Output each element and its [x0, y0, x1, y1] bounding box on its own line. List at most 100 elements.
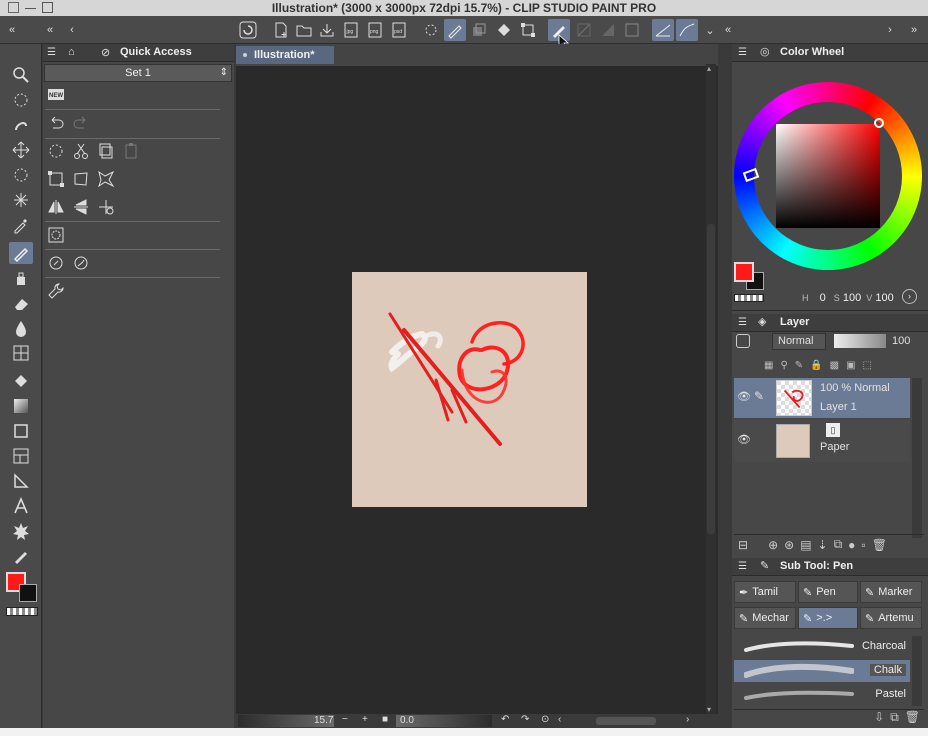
- clear-icon[interactable]: [420, 19, 442, 41]
- clip-layer-icon[interactable]: ✎: [795, 360, 803, 371]
- balloon-tool-icon[interactable]: [9, 520, 33, 542]
- lasso-subtract-icon[interactable]: [70, 252, 92, 274]
- draft-layer-icon[interactable]: ⚲: [780, 360, 787, 371]
- color-wheel-tab-icon[interactable]: ◎: [760, 45, 770, 58]
- flip-vertical-icon[interactable]: [70, 196, 92, 218]
- apply-mask-icon[interactable]: ▫: [861, 538, 865, 552]
- lock-transparency-icon[interactable]: ▩: [830, 360, 839, 371]
- mesh-tool-icon[interactable]: [9, 342, 33, 364]
- visibility-eye-icon[interactable]: 👁: [737, 390, 751, 403]
- transparent-chip[interactable]: [734, 294, 764, 302]
- color-wheel[interactable]: [734, 82, 922, 272]
- paste-icon[interactable]: [120, 140, 142, 162]
- pen-tool-icon[interactable]: [9, 242, 33, 264]
- rotate-left-icon[interactable]: ↶: [501, 714, 509, 725]
- rotation-value[interactable]: 0.0: [400, 715, 414, 726]
- duplicate-subtool-icon[interactable]: ⧉: [890, 710, 899, 727]
- eyedropper-icon[interactable]: [9, 214, 33, 236]
- lasso-tool-icon[interactable]: [9, 114, 33, 136]
- move-tool-icon[interactable]: [9, 139, 33, 161]
- delete-subtool-icon[interactable]: 🗑: [905, 710, 920, 727]
- cut-icon[interactable]: [70, 140, 92, 162]
- clip-studio-icon[interactable]: [237, 19, 259, 41]
- collapse-left2-icon[interactable]: «: [42, 19, 58, 41]
- layer-tab-icon[interactable]: ◈: [758, 315, 766, 328]
- scroll-left-icon[interactable]: ‹: [64, 19, 80, 41]
- copy-icon[interactable]: [95, 140, 117, 162]
- zoom-tool-icon[interactable]: [9, 64, 33, 86]
- wrench-icon[interactable]: [45, 280, 67, 302]
- layer-mask-toggle-icon[interactable]: [736, 334, 750, 348]
- panel-menu-icon[interactable]: ☰: [738, 317, 747, 328]
- collapse-left-icon[interactable]: «: [4, 19, 20, 41]
- stop-icon[interactable]: ■: [382, 714, 388, 725]
- subtool-group-tab[interactable]: ✎ Marker: [860, 581, 922, 603]
- hscroll-right-icon[interactable]: ›: [686, 714, 689, 725]
- layer-row[interactable]: 👁 ▯ Paper: [734, 420, 910, 462]
- layer-scrollbar[interactable]: [912, 378, 922, 538]
- new-raster-layer-icon[interactable]: ⊕: [768, 538, 778, 552]
- sub-color-swatch[interactable]: [19, 584, 37, 602]
- panel-menu-icon[interactable]: ☰: [47, 47, 56, 58]
- new-vector-layer-icon[interactable]: ⊛: [784, 538, 794, 552]
- subtool-group-tab[interactable]: ✎ Pen: [798, 581, 858, 603]
- import-subtool-icon[interactable]: ⇩: [874, 710, 884, 727]
- lasso-add-icon[interactable]: [45, 252, 67, 274]
- pen-brush-icon[interactable]: [444, 19, 466, 41]
- rotate-move-icon[interactable]: [95, 196, 117, 218]
- frame-tool-icon[interactable]: [9, 445, 33, 467]
- lock-layer-icon[interactable]: 🔒: [810, 360, 822, 371]
- palette-color-icon[interactable]: ▣: [846, 360, 855, 371]
- new-badge-icon[interactable]: NEW: [45, 84, 67, 106]
- transform-icon[interactable]: [517, 19, 539, 41]
- reset-rotation-icon[interactable]: ⊙: [541, 714, 549, 725]
- panel-menu-icon[interactable]: ☰: [738, 47, 747, 58]
- brush-item-selected[interactable]: Chalk: [734, 660, 910, 682]
- layer-row[interactable]: 👁 ✎ 100 % Normal Layer 1: [734, 378, 910, 418]
- export-psd-icon[interactable]: psd: [388, 19, 410, 41]
- figure-tool-icon[interactable]: [9, 420, 33, 442]
- opacity-slider[interactable]: [834, 334, 886, 348]
- undo-icon[interactable]: [45, 112, 67, 134]
- eraser-tool-icon[interactable]: [9, 292, 33, 314]
- fill-bucket-icon[interactable]: [493, 19, 515, 41]
- combine-layer-icon[interactable]: ⧉: [834, 537, 843, 552]
- open-folder-icon[interactable]: [293, 19, 315, 41]
- blend-mode-select[interactable]: Normal: [772, 333, 826, 350]
- scroll-down-icon[interactable]: ▾: [707, 705, 711, 714]
- brush-item[interactable]: Charcoal: [734, 636, 910, 658]
- toolbar-dropdown-icon[interactable]: ⌄: [702, 19, 718, 41]
- ruler-tool-icon[interactable]: [9, 470, 33, 492]
- scroll-thumb[interactable]: [707, 224, 715, 534]
- collapse-right-icon[interactable]: «: [720, 19, 736, 41]
- crop-icon[interactable]: [45, 168, 67, 190]
- zoom-out-icon[interactable]: −: [342, 714, 348, 725]
- subtool-group-tab[interactable]: ✎ Artemu: [860, 607, 922, 629]
- subtool-group-tab[interactable]: ✎ Mechar: [734, 607, 796, 629]
- layer-stack-icon[interactable]: [468, 19, 490, 41]
- hscroll-left-icon[interactable]: ‹: [558, 714, 561, 725]
- flip-horizontal-icon[interactable]: [45, 196, 67, 218]
- free-transform-icon[interactable]: [70, 168, 92, 190]
- snap-grid-icon[interactable]: [573, 19, 595, 41]
- clear-layer-icon[interactable]: [45, 140, 67, 162]
- delete-layer-icon[interactable]: 🗑: [872, 538, 887, 552]
- expand-right-icon[interactable]: »: [906, 19, 922, 41]
- zoom-value[interactable]: 15.7: [314, 715, 333, 726]
- selection-layer-icon[interactable]: [45, 224, 67, 246]
- brush-item[interactable]: Pastel: [734, 684, 910, 706]
- zoom-in-icon[interactable]: +: [362, 714, 368, 725]
- new-file-icon[interactable]: [270, 19, 292, 41]
- layer-mask-icon[interactable]: ●: [848, 538, 855, 552]
- transparent-color-swatch[interactable]: [6, 607, 38, 616]
- layer-settings-icon[interactable]: ⊟: [738, 538, 748, 552]
- text-tool-icon[interactable]: [9, 495, 33, 517]
- tool-property-tab-icon[interactable]: ⌂: [68, 46, 75, 58]
- color-mode-toggle-icon[interactable]: ›: [902, 289, 917, 304]
- transfer-layer-icon[interactable]: ⇣: [818, 538, 828, 552]
- quick-access-set-select[interactable]: Set 1 ⇕: [44, 64, 232, 82]
- operation-tool-icon[interactable]: [9, 89, 33, 111]
- gradient-tool-icon[interactable]: [9, 395, 33, 417]
- mask-icon[interactable]: ⬚: [863, 360, 872, 371]
- drawing-paper[interactable]: [352, 272, 587, 507]
